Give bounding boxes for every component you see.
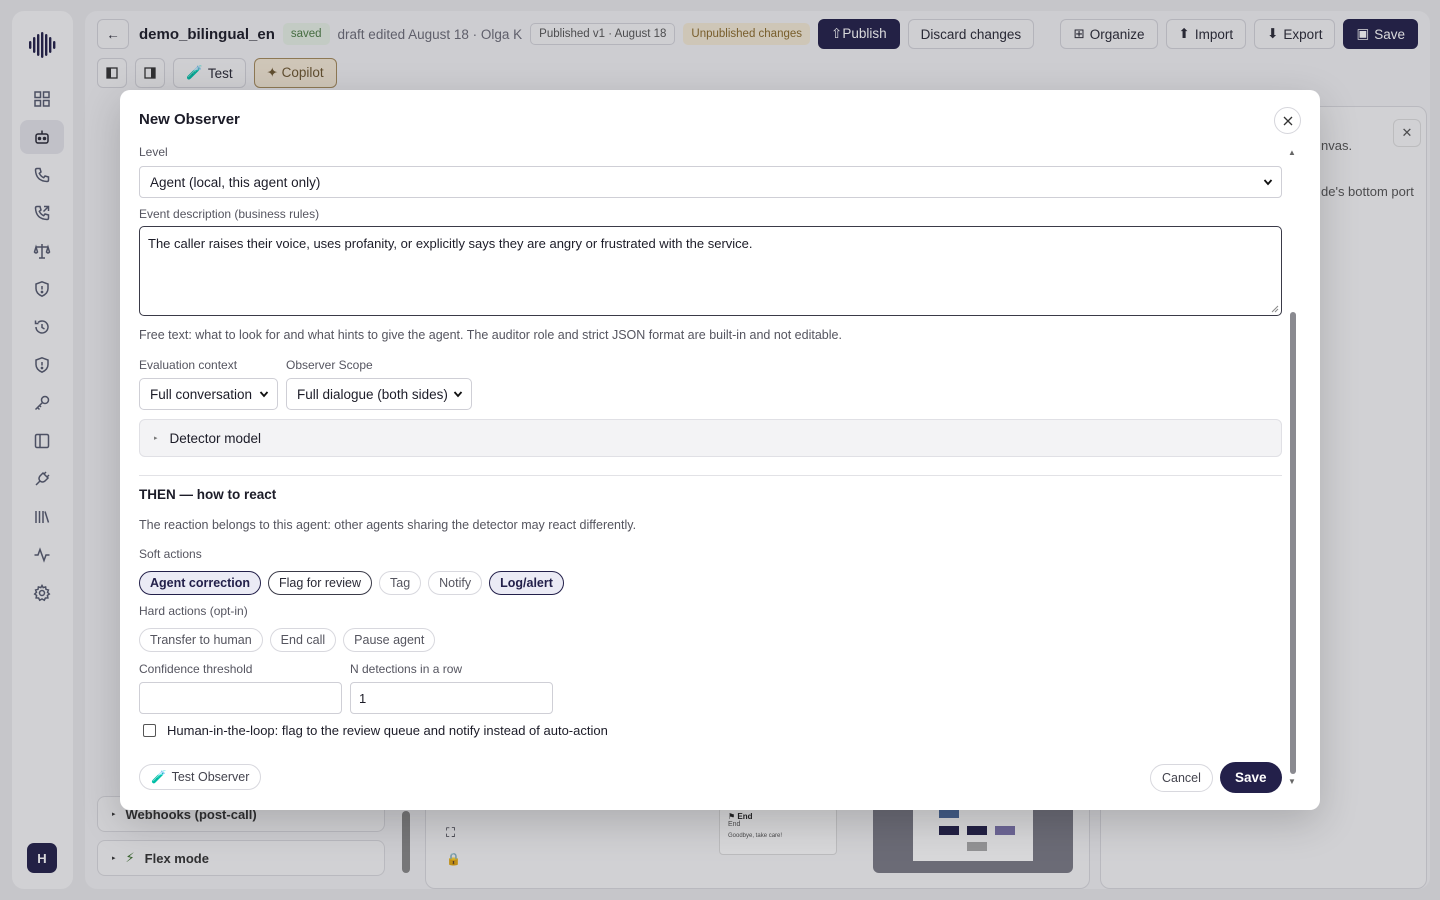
soft-actions-group: Agent correction Flag for review Tag Not…	[139, 571, 564, 595]
test-tube-icon: 🧪	[151, 769, 167, 784]
save-button[interactable]: Save	[1220, 762, 1282, 793]
test-observer-label: Test Observer	[171, 770, 250, 784]
section-divider	[139, 475, 1282, 476]
chevron-down-icon	[259, 391, 269, 398]
confidence-threshold-label: Confidence threshold	[139, 662, 253, 676]
n-detections-label: N detections in a row	[350, 662, 463, 676]
event-help-text: Free text: what to look for and what hin…	[139, 328, 842, 342]
chip-agent-correction[interactable]: Agent correction	[139, 571, 262, 595]
dialog-scrollbar-thumb[interactable]	[1290, 312, 1296, 774]
soft-actions-label: Soft actions	[139, 547, 202, 561]
evaluation-context-label: Evaluation context	[139, 358, 238, 372]
observer-scope-label: Observer Scope	[286, 358, 373, 372]
scroll-up-arrow-icon[interactable]: ▲	[1288, 148, 1296, 157]
event-description-textarea[interactable]: The caller raises their voice, uses prof…	[139, 226, 1282, 316]
detector-model-label: Detector model	[169, 430, 262, 446]
cancel-button[interactable]: Cancel	[1150, 764, 1213, 792]
hard-actions-label: Hard actions (opt-in)	[139, 604, 248, 618]
confidence-threshold-input[interactable]	[139, 682, 342, 714]
test-observer-button[interactable]: 🧪 Test Observer	[139, 764, 262, 790]
close-icon	[1283, 116, 1292, 125]
observer-scope-select[interactable]: Full dialogue (both sides)	[286, 378, 472, 410]
evaluation-context-select[interactable]: Full conversation	[139, 378, 278, 410]
observer-scope-value: Full dialogue (both sides)	[297, 386, 448, 402]
detector-model-disclosure[interactable]: ▸ Detector model	[139, 419, 1282, 457]
hitl-checkbox[interactable]	[143, 724, 156, 737]
chip-flag-for-review[interactable]: Flag for review	[268, 571, 372, 595]
then-section-note: The reaction belongs to this agent: othe…	[139, 518, 637, 532]
caret-right-icon: ▸	[154, 435, 158, 442]
dialog-title: New Observer	[139, 111, 240, 128]
chip-notify[interactable]: Notify	[428, 571, 483, 595]
chip-end-call[interactable]: End call	[269, 628, 337, 652]
dialog-close-button[interactable]	[1274, 107, 1301, 134]
evaluation-context-value: Full conversation	[150, 386, 253, 402]
then-section-title: THEN — how to react	[139, 487, 277, 502]
event-description-label: Event description (business rules)	[139, 207, 320, 221]
n-detections-value: 1	[359, 690, 367, 706]
level-select[interactable]: Agent (local, this agent only)	[139, 166, 1282, 198]
chip-log-alert[interactable]: Log/alert	[489, 571, 564, 595]
chip-tag[interactable]: Tag	[379, 571, 422, 595]
n-detections-input[interactable]: 1	[350, 682, 553, 714]
scroll-down-arrow-icon[interactable]: ▼	[1288, 777, 1296, 786]
chevron-down-icon	[1263, 179, 1273, 186]
event-description-value: The caller raises their voice, uses prof…	[148, 236, 753, 251]
hitl-label[interactable]: Human-in-the-loop: flag to the review qu…	[167, 723, 608, 738]
level-value: Agent (local, this agent only)	[150, 174, 321, 190]
new-observer-dialog: New Observer Level Agent (local, this ag…	[120, 90, 1320, 810]
chip-transfer-to-human[interactable]: Transfer to human	[139, 628, 263, 652]
chevron-down-icon	[453, 391, 463, 398]
level-label: Level	[139, 145, 168, 159]
hard-actions-group: Transfer to human End call Pause agent	[139, 628, 436, 652]
chip-pause-agent[interactable]: Pause agent	[343, 628, 436, 652]
resize-grip-icon[interactable]	[1271, 305, 1279, 313]
